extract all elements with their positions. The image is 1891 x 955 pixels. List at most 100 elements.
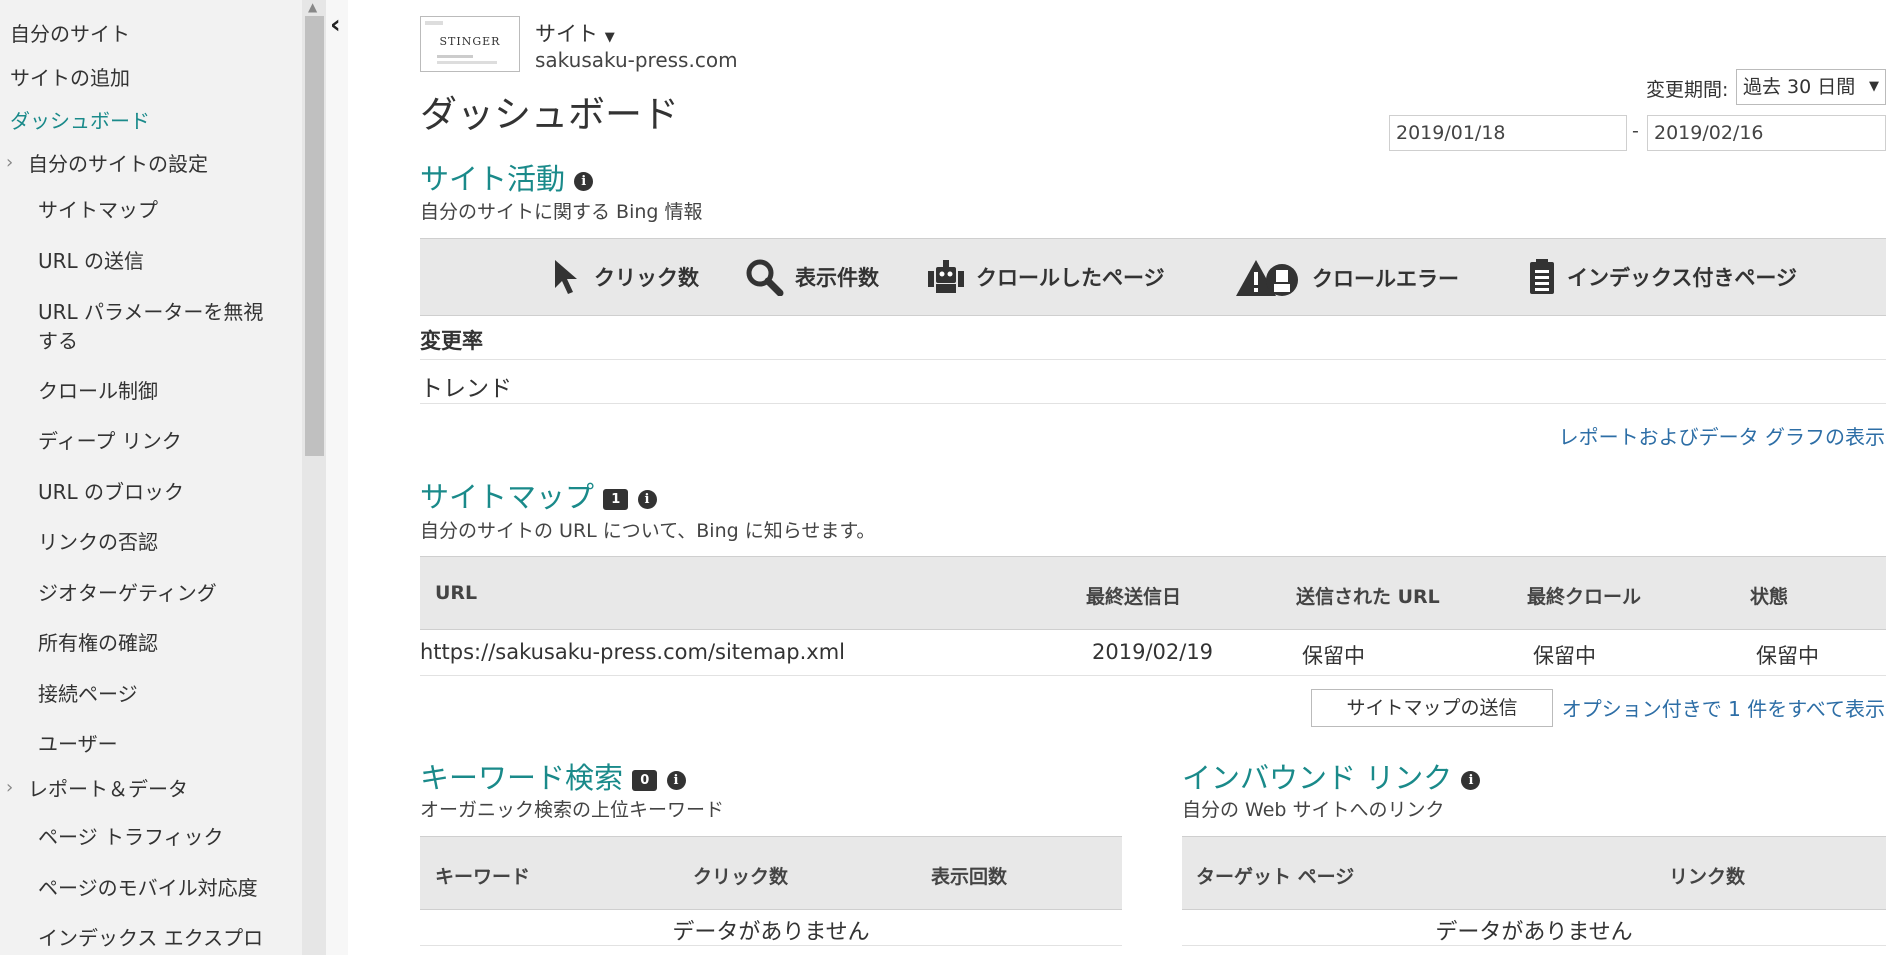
period-select-value: 過去 30 日間 xyxy=(1743,76,1856,98)
sitemaps-subtitle: 自分のサイトの URL について、Bing に知らせます。 xyxy=(420,520,876,542)
nav-verify-ownership[interactable]: 所有権の確認 xyxy=(38,629,158,658)
keywords-empty-message: データがありません xyxy=(672,920,870,945)
nav-sitemaps[interactable]: サイトマップ xyxy=(38,196,158,225)
site-selector-label: サイト xyxy=(535,22,598,46)
nav-submit-url[interactable]: URL の送信 xyxy=(38,247,144,276)
row-divider xyxy=(420,945,1122,946)
caret-down-icon: ▼ xyxy=(1869,79,1879,94)
nav-ignore-url-params[interactable]: URL パラメーターを無視 xyxy=(38,298,263,327)
keywords-col-impressions[interactable]: 表示回数 xyxy=(931,862,1007,889)
keywords-subtitle: オーガニック検索の上位キーワード xyxy=(420,799,725,821)
sitemaps-title: サイトマップ 1 i xyxy=(420,474,657,516)
metric-impressions[interactable]: 表示件数 xyxy=(745,258,879,296)
keywords-count-badge: 0 xyxy=(632,769,658,791)
nav-dashboard[interactable]: ダッシュボード xyxy=(10,105,150,134)
nav-index-explorer[interactable]: インデックス エクスプロ xyxy=(38,924,263,953)
metric-label: インデックス付きページ xyxy=(1567,266,1797,290)
nav-page-traffic[interactable]: ページ トラフィック xyxy=(38,823,224,852)
sitemap-last-crawl: 保留中 xyxy=(1533,644,1596,668)
sidebar-collapse-strip[interactable] xyxy=(326,0,348,955)
site-activity-title: サイト活動 i xyxy=(420,156,594,198)
chevron-right-icon: › xyxy=(6,152,14,173)
info-icon[interactable]: i xyxy=(1461,770,1481,790)
date-to-input[interactable]: 2019/02/16 xyxy=(1647,115,1886,151)
nav-group-reports[interactable]: › レポート＆データ xyxy=(6,773,188,802)
sitemaps-col-last-submitted[interactable]: 最終送信日 xyxy=(1086,582,1181,609)
chevron-right-icon: › xyxy=(6,777,14,798)
site-selector[interactable]: サイト ▼ xyxy=(535,18,615,48)
site-activity-subtitle: 自分のサイトに関する Bing 情報 xyxy=(420,201,703,223)
cursor-icon xyxy=(555,260,577,294)
nav-mobile-friendliness[interactable]: ページのモバイル対応度 xyxy=(38,874,258,903)
nav-add-site[interactable]: サイトの追加 xyxy=(10,62,130,91)
info-icon[interactable]: i xyxy=(637,489,657,509)
sidebar: 自分のサイト サイトの追加 ダッシュボード › 自分のサイトの設定 サイトマップ… xyxy=(0,0,302,955)
clipboard-icon xyxy=(1530,259,1554,294)
keywords-col-keyword[interactable]: キーワード xyxy=(435,862,530,889)
metric-label: クロールしたページ xyxy=(976,266,1165,290)
inbound-empty-message: データがありません xyxy=(1435,920,1633,945)
nav-block-urls[interactable]: URL のブロック xyxy=(38,478,184,507)
thumbnail-logo-text: STINGER xyxy=(439,35,501,48)
nav-group-label: 自分のサイトの設定 xyxy=(28,152,208,176)
scroll-up-arrow-icon[interactable]: ▲ xyxy=(308,0,317,14)
info-icon[interactable]: i xyxy=(574,171,594,191)
period-label: 変更期間: xyxy=(1646,79,1729,101)
keywords-title-text: キーワード検索 xyxy=(420,761,624,795)
robot-icon xyxy=(928,260,964,293)
metric-label: 表示件数 xyxy=(795,266,879,290)
sitemaps-col-url[interactable]: URL xyxy=(435,582,477,604)
view-all-with-options-link[interactable]: オプション付きで 1 件をすべて表示 xyxy=(1562,693,1885,722)
nav-my-sites[interactable]: 自分のサイト xyxy=(10,18,130,47)
sitemaps-col-status[interactable]: 状態 xyxy=(1750,582,1788,609)
sitemaps-col-submitted-urls[interactable]: 送信された URL xyxy=(1296,582,1440,609)
sitemap-submitted-urls: 保留中 xyxy=(1302,644,1365,668)
keywords-col-clicks[interactable]: クリック数 xyxy=(693,862,788,889)
sitemaps-count-badge: 1 xyxy=(603,488,629,510)
inbound-col-target-page[interactable]: ターゲット ページ xyxy=(1196,862,1354,889)
metric-clicks[interactable]: クリック数 xyxy=(552,258,699,296)
site-activity-title-text: サイト活動 xyxy=(420,162,566,196)
metric-indexed-pages[interactable]: インデックス付きページ xyxy=(1527,258,1797,296)
keywords-title: キーワード検索 0 i xyxy=(420,755,686,797)
inbound-col-link-count[interactable]: リンク数 xyxy=(1669,862,1745,889)
nav-users[interactable]: ユーザー xyxy=(38,730,118,759)
nav-deep-links[interactable]: ディープ リンク xyxy=(38,427,182,456)
site-thumbnail[interactable]: STINGER xyxy=(420,16,520,72)
metric-label: クロールエラー xyxy=(1312,267,1459,291)
inbound-links-subtitle: 自分の Web サイトへのリンク xyxy=(1182,799,1445,821)
row-divider xyxy=(420,675,1886,676)
caret-down-icon: ▼ xyxy=(604,30,615,45)
row-divider xyxy=(420,359,1886,360)
row-divider xyxy=(420,403,1886,404)
metric-crawled-pages[interactable]: クロールしたページ xyxy=(926,258,1165,296)
sitemap-url-link[interactable]: https://sakusaku-press.com/sitemap.xml xyxy=(420,640,845,664)
sitemaps-col-last-crawl[interactable]: 最終クロール xyxy=(1527,582,1641,609)
trend-label: トレンド xyxy=(420,376,512,402)
date-from-input[interactable]: 2019/01/18 xyxy=(1389,115,1627,151)
sitemap-status: 保留中 xyxy=(1756,644,1819,668)
submit-sitemap-button[interactable]: サイトマップの送信 xyxy=(1311,689,1553,727)
info-icon[interactable]: i xyxy=(666,770,686,790)
nav-ignore-url-params-cont[interactable]: する xyxy=(38,327,78,356)
nav-group-label: レポート＆データ xyxy=(28,777,188,801)
period-select[interactable]: 過去 30 日間 ▼ xyxy=(1736,69,1886,105)
report-data-link[interactable]: レポートおよびデータ グラフの表示 xyxy=(1559,421,1885,450)
nav-group-site-settings[interactable]: › 自分のサイトの設定 xyxy=(6,148,208,177)
inbound-links-title: インバウンド リンク i xyxy=(1182,755,1481,797)
metric-label: クリック数 xyxy=(594,266,699,290)
chevron-left-icon[interactable]: ‹ xyxy=(330,10,341,40)
nav-connected-pages[interactable]: 接続ページ xyxy=(38,680,138,709)
date-separator: - xyxy=(1632,120,1639,142)
nav-geo-targeting[interactable]: ジオターゲティング xyxy=(38,579,217,608)
metric-crawl-errors[interactable]: クロールエラー xyxy=(1234,258,1459,298)
page-title: ダッシュボード xyxy=(420,93,679,136)
sitemap-last-submitted: 2019/02/19 xyxy=(1092,640,1214,664)
magnifier-icon xyxy=(746,259,784,296)
sitemaps-title-text: サイトマップ xyxy=(420,480,595,514)
change-rate-label: 変更率 xyxy=(420,329,483,353)
warning-robot-icon xyxy=(1236,260,1298,296)
nav-crawl-control[interactable]: クロール制御 xyxy=(38,377,158,406)
sidebar-scroll-thumb[interactable] xyxy=(305,16,324,456)
nav-disavow-links[interactable]: リンクの否認 xyxy=(38,528,158,557)
